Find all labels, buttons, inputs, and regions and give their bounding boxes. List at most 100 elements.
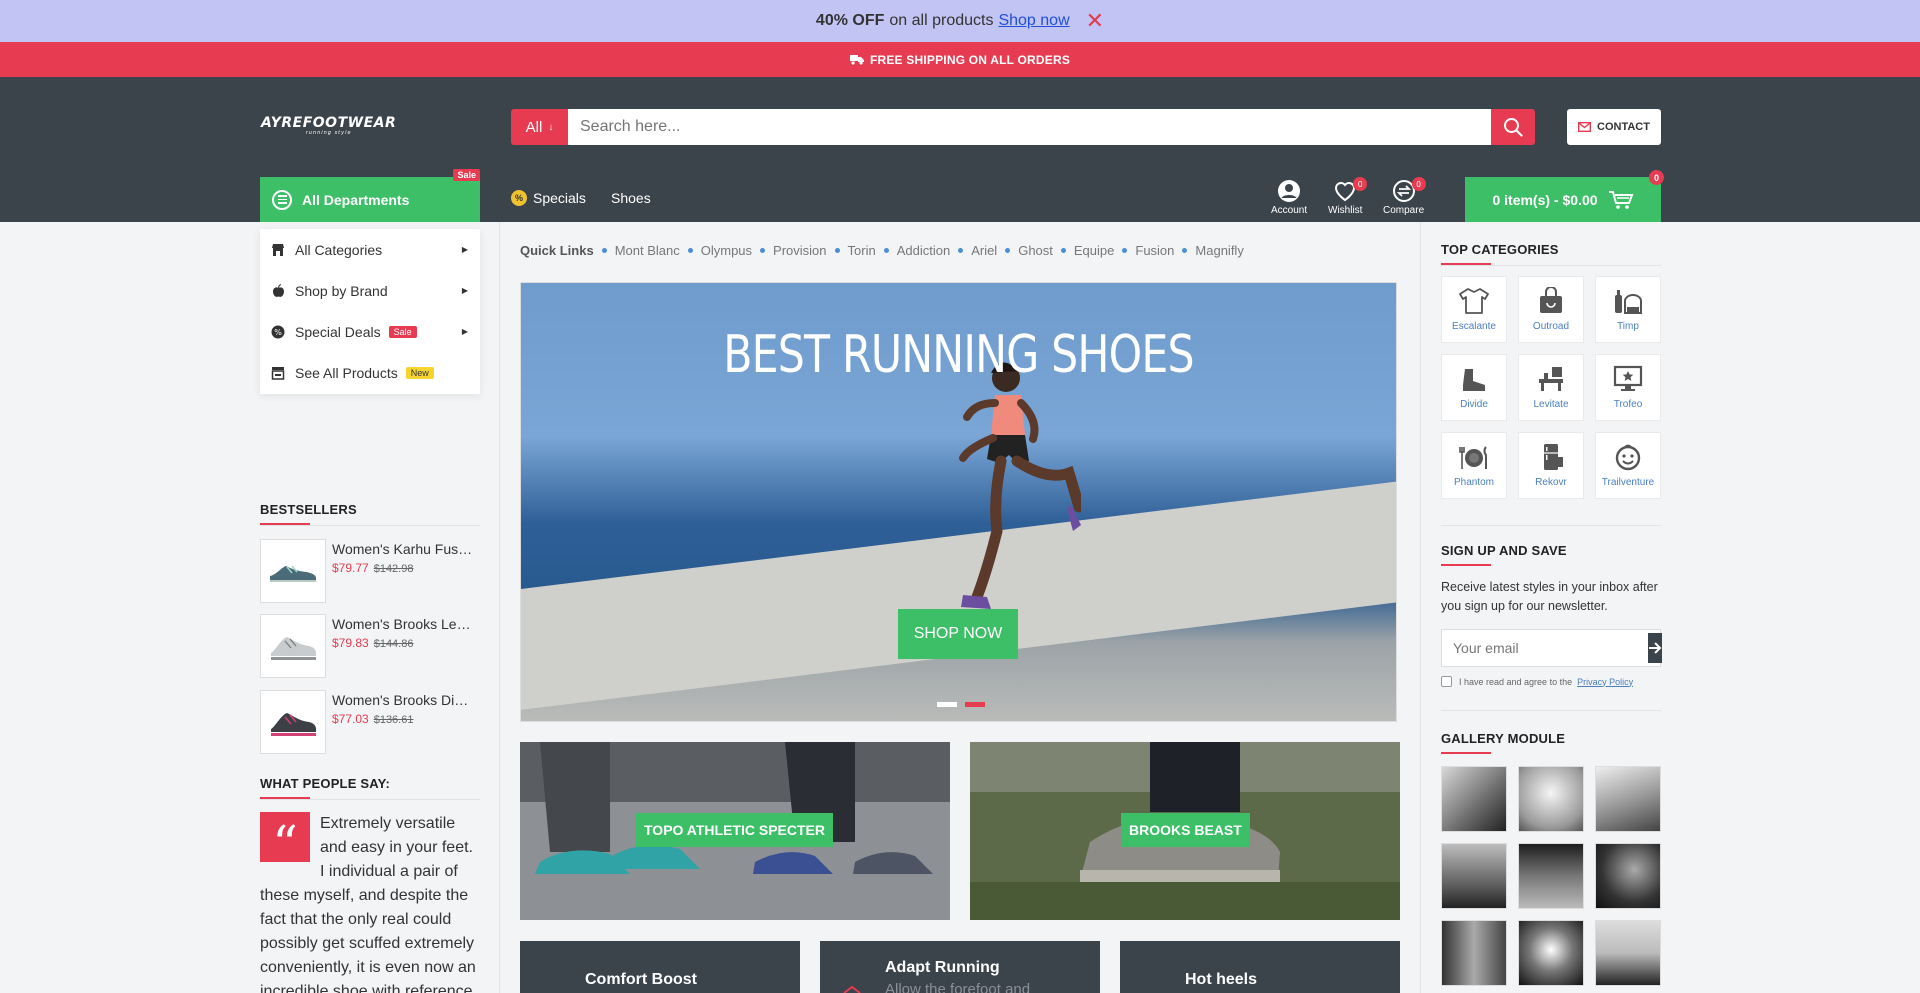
quote-icon: “ bbox=[260, 812, 310, 869]
quick-link[interactable]: Ghost bbox=[1018, 243, 1053, 258]
compare-label: Compare bbox=[1383, 205, 1425, 216]
bestseller-item[interactable]: Women's Brooks Divi... $77.03 $136.61 bbox=[260, 690, 480, 754]
divider bbox=[1441, 710, 1661, 711]
apple-icon bbox=[271, 283, 285, 298]
product-price: $77.03 bbox=[332, 712, 369, 726]
gallery-image[interactable] bbox=[1595, 766, 1661, 832]
cart-label: 0 item(s) - $0.00 bbox=[1492, 191, 1598, 208]
agree-checkbox[interactable] bbox=[1441, 676, 1452, 687]
agree-text: I have read and agree to the bbox=[1459, 676, 1573, 687]
gallery-image[interactable] bbox=[1518, 920, 1584, 986]
bag-icon bbox=[1540, 287, 1562, 313]
product-name[interactable]: Women's Brooks Divi... bbox=[332, 692, 474, 708]
quick-link[interactable]: Mont Blanc bbox=[615, 243, 680, 258]
gallery-image[interactable] bbox=[1518, 843, 1584, 909]
contact-button[interactable]: CONTACT bbox=[1567, 109, 1661, 145]
bestseller-item[interactable]: Women's Brooks Levi... $79.83 $144.86 bbox=[260, 614, 480, 678]
search-button[interactable] bbox=[1491, 109, 1535, 145]
hero-headline: BEST RUNNING SHOES bbox=[723, 325, 1194, 385]
feature-card[interactable]: Adapt Running Allow the forefoot and bbox=[820, 941, 1100, 993]
promo-shop-link[interactable]: Shop now bbox=[998, 12, 1069, 30]
search-input[interactable] bbox=[568, 109, 1491, 145]
gallery-image[interactable] bbox=[1595, 920, 1661, 986]
sale-badge: Sale bbox=[388, 325, 417, 338]
subscribe-button[interactable] bbox=[1648, 633, 1662, 663]
shoe-icon bbox=[270, 565, 316, 582]
quick-link[interactable]: Equipe bbox=[1074, 243, 1114, 258]
slider-dot-active[interactable] bbox=[965, 702, 985, 707]
gallery-image[interactable] bbox=[1518, 766, 1584, 832]
category-trofeo[interactable]: Trofeo bbox=[1595, 354, 1661, 421]
quick-link[interactable]: Torin bbox=[848, 243, 876, 258]
logo-text: AYREFOOTWEAR bbox=[261, 115, 397, 131]
category-label: Levitate bbox=[1533, 399, 1569, 410]
quick-link[interactable]: Ariel bbox=[971, 243, 997, 258]
category-rekovr[interactable]: Rekovr bbox=[1518, 432, 1584, 499]
product-image[interactable] bbox=[260, 690, 326, 754]
product-image[interactable] bbox=[260, 614, 326, 678]
banner-topo[interactable]: TOPO ATHLETIC SPECTER bbox=[520, 742, 950, 920]
logo[interactable]: AYREFOOTWEAR running style bbox=[261, 115, 396, 136]
category-timp[interactable]: Timp bbox=[1595, 276, 1661, 343]
banner-brooks[interactable]: BROOKS BEAST bbox=[970, 742, 1400, 920]
cart-count: 0 bbox=[1649, 170, 1664, 185]
shop-now-button[interactable]: SHOP NOW bbox=[898, 609, 1018, 659]
bestseller-item[interactable]: Women's Karhu Fusio... $79.77 $142.98 bbox=[260, 539, 480, 603]
email-input[interactable] bbox=[1442, 630, 1645, 666]
feature-card[interactable]: Comfort Boost bbox=[520, 941, 800, 993]
nav-specials[interactable]: % Specials bbox=[511, 190, 586, 206]
shoe-icon bbox=[271, 637, 316, 660]
product-old-price: $142.98 bbox=[373, 563, 414, 575]
quick-link[interactable]: Magnifly bbox=[1195, 243, 1243, 258]
nav-shoes-label: Shoes bbox=[611, 190, 651, 206]
account-link[interactable]: Account bbox=[1271, 179, 1307, 216]
quick-link[interactable]: Addiction bbox=[897, 243, 950, 258]
close-icon[interactable]: ✕ bbox=[1086, 10, 1104, 32]
product-name[interactable]: Women's Karhu Fusio... bbox=[332, 541, 474, 557]
search-category-select[interactable]: All ↓ bbox=[511, 109, 568, 145]
hero-slider[interactable]: BEST RUNNING SHOES SHOP NOW bbox=[520, 282, 1397, 722]
quick-link[interactable]: Fusion bbox=[1135, 243, 1174, 258]
menu-item-all-categories[interactable]: All Categories ▶ bbox=[260, 229, 480, 270]
caret-right-icon: ▶ bbox=[461, 327, 468, 336]
testimonial-title: WHAT PEOPLE SAY: bbox=[260, 776, 391, 799]
gallery-image[interactable] bbox=[1595, 843, 1661, 909]
category-outroad[interactable]: Outroad bbox=[1518, 276, 1584, 343]
nav-shoes[interactable]: Shoes bbox=[611, 190, 651, 206]
quick-link[interactable]: Olympus bbox=[701, 243, 752, 258]
category-escalante[interactable]: Escalante bbox=[1441, 276, 1507, 343]
menu-item-shop-by-brand[interactable]: Shop by Brand ▶ bbox=[260, 270, 480, 311]
card-title: Comfort Boost bbox=[585, 971, 697, 988]
boot-icon bbox=[1463, 369, 1485, 391]
quick-link[interactable]: Provision bbox=[773, 243, 826, 258]
gallery-image[interactable] bbox=[1441, 843, 1507, 909]
slider-dot[interactable] bbox=[937, 702, 957, 707]
category-levitate[interactable]: Levitate bbox=[1518, 354, 1584, 421]
feature-card[interactable]: Hot heels bbox=[1120, 941, 1400, 993]
gallery-image[interactable] bbox=[1441, 766, 1507, 832]
right-divider bbox=[1420, 222, 1421, 993]
wishlist-link[interactable]: 0 Wishlist bbox=[1328, 177, 1368, 216]
category-trailventure[interactable]: Trailventure bbox=[1595, 432, 1661, 499]
compare-link[interactable]: 0 Compare bbox=[1383, 177, 1426, 216]
product-name[interactable]: Women's Brooks Levi... bbox=[332, 616, 474, 632]
shipping-text: FREE SHIPPING ON ALL ORDERS bbox=[869, 52, 1071, 67]
category-divide[interactable]: Divide bbox=[1441, 354, 1507, 421]
privacy-policy-link[interactable]: Privacy Policy bbox=[1577, 677, 1633, 687]
fridge-icon bbox=[1544, 444, 1563, 470]
banner-label[interactable]: TOPO ATHLETIC SPECTER bbox=[636, 813, 833, 847]
gallery-image[interactable] bbox=[1441, 920, 1507, 986]
all-departments-button[interactable]: All Departments Sale bbox=[260, 169, 480, 222]
product-image[interactable] bbox=[260, 539, 326, 603]
card-subtitle: Allow the forefoot and bbox=[885, 981, 1031, 993]
category-phantom[interactable]: Phantom bbox=[1441, 432, 1507, 499]
shipping-bar: FREE SHIPPING ON ALL ORDERS bbox=[0, 42, 1920, 77]
category-label: Rekovr bbox=[1535, 477, 1567, 488]
sale-badge: Sale bbox=[453, 169, 480, 181]
menu-item-see-all-products[interactable]: See All Products New bbox=[260, 352, 480, 393]
menu-item-special-deals[interactable]: % Special Deals Sale ▶ bbox=[260, 311, 480, 352]
cart-button[interactable]: 0 item(s) - $0.00 0 bbox=[1465, 170, 1664, 222]
product-old-price: $144.86 bbox=[373, 638, 414, 650]
search-category-label: All bbox=[525, 118, 543, 136]
banner-label[interactable]: BROOKS BEAST bbox=[1121, 813, 1250, 847]
